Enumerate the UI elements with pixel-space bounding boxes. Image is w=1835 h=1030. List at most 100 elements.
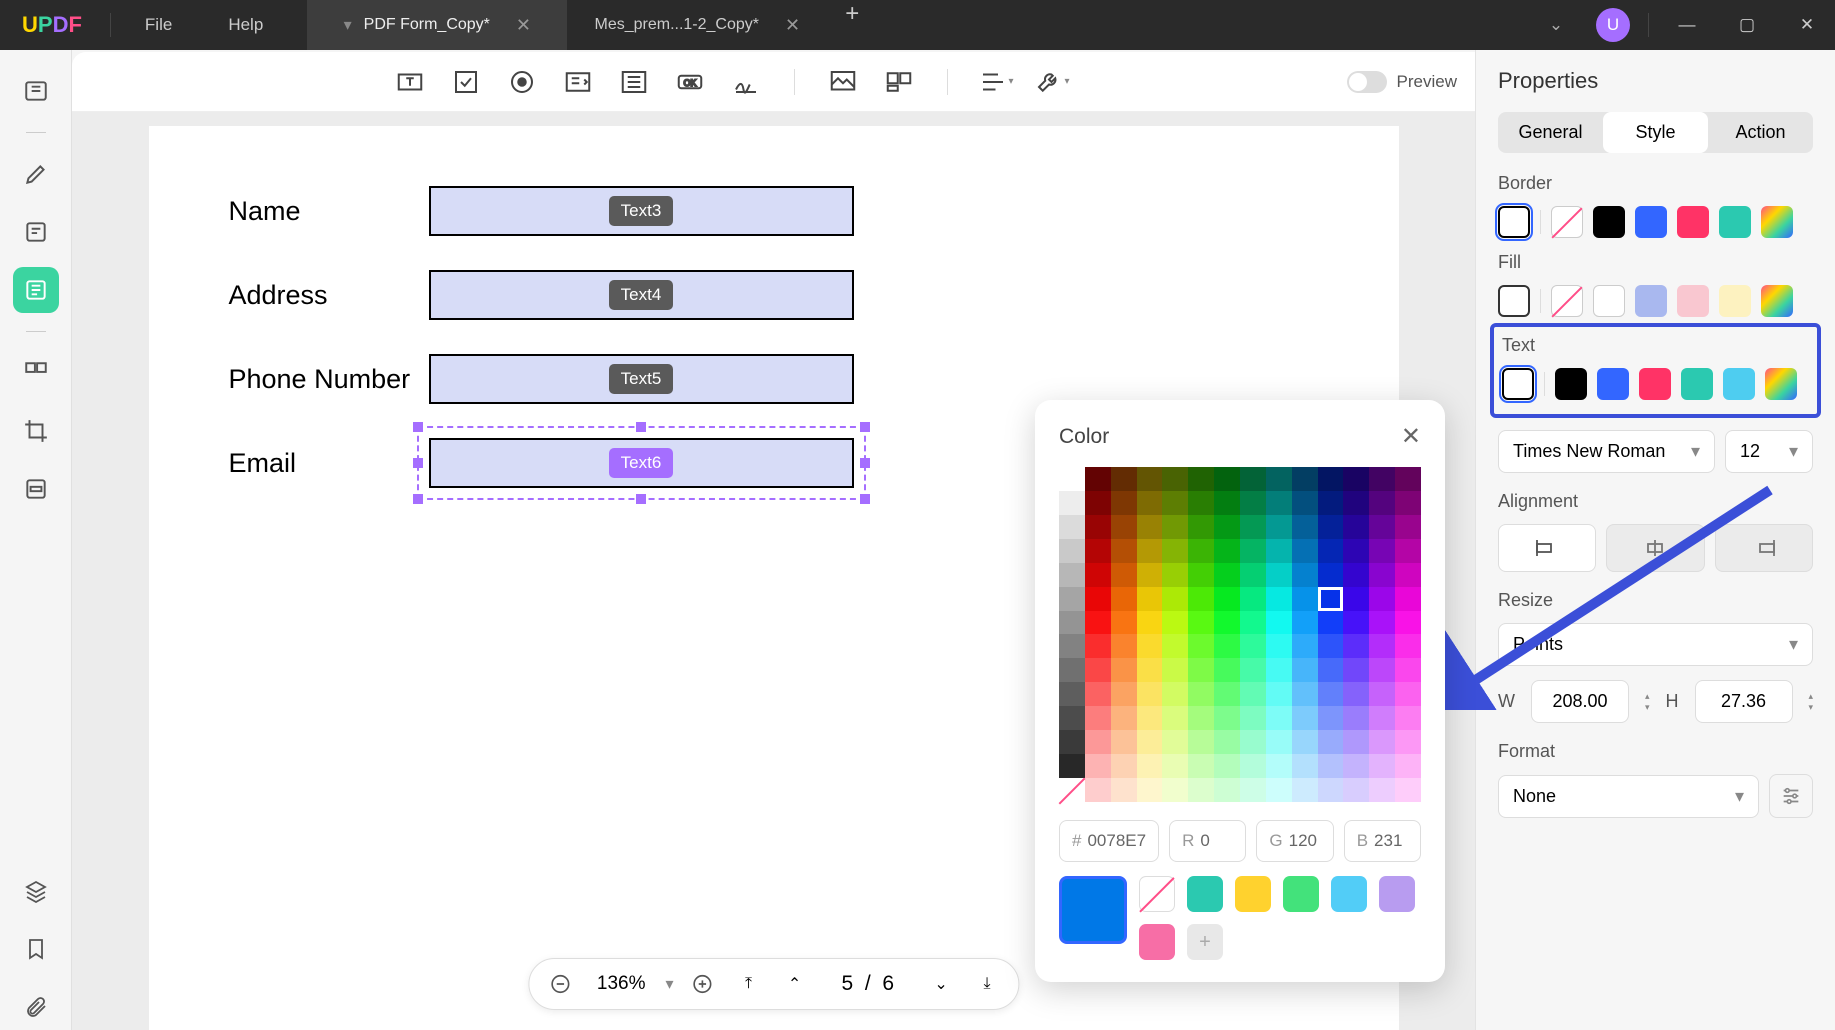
color-swatch[interactable] [1723,368,1755,400]
zoom-out-button[interactable] [543,967,577,1001]
first-page-button[interactable]: ⤒ [732,967,766,1001]
color-swatch[interactable] [1597,368,1629,400]
b-input[interactable]: B231 [1344,820,1421,862]
current-color-swatch[interactable] [1059,876,1127,944]
minimize-button[interactable]: — [1659,0,1715,50]
color-swatch[interactable] [1502,368,1534,400]
edit-icon[interactable] [13,209,59,255]
custom-color-swatch[interactable] [1761,206,1793,238]
resize-handle[interactable] [413,422,423,432]
tab-inactive[interactable]: Mes_prem...1-2_Copy* ✕ [567,0,827,50]
resize-handle[interactable] [636,494,646,504]
preview-toggle[interactable] [1347,71,1387,93]
align-tool[interactable]: ▾ [976,62,1016,102]
color-swatch[interactable] [1677,285,1709,317]
resize-handle[interactable] [413,494,423,504]
color-swatch[interactable] [1719,285,1751,317]
prev-page-button[interactable]: ⌃ [778,967,812,1001]
redact-icon[interactable] [13,466,59,512]
maximize-button[interactable]: ▢ [1719,0,1775,50]
align-left-button[interactable] [1498,524,1596,572]
tab-general[interactable]: General [1498,112,1603,153]
resize-handle[interactable] [413,458,423,468]
close-icon[interactable]: ✕ [1401,422,1421,451]
close-icon[interactable]: ✕ [516,15,531,36]
layers-icon[interactable] [13,868,59,914]
color-swatch[interactable] [1498,206,1530,238]
date-field-tool[interactable] [879,62,919,102]
width-stepper[interactable]: ▴▾ [1645,691,1650,713]
tools-more[interactable]: ▾ [1032,62,1072,102]
form-icon[interactable] [13,267,59,313]
radio-tool[interactable] [502,62,542,102]
user-avatar[interactable]: U [1596,8,1630,42]
preset-swatch[interactable] [1331,876,1367,912]
resize-handle[interactable] [636,422,646,432]
color-swatch[interactable] [1498,285,1530,317]
font-family-select[interactable]: Times New Roman▾ [1498,430,1715,473]
color-swatch[interactable] [1635,285,1667,317]
chevron-down-icon[interactable]: ⌄ [1528,0,1584,50]
add-tab-button[interactable]: + [827,0,877,50]
align-right-button[interactable] [1715,524,1813,572]
color-swatch[interactable] [1593,285,1625,317]
color-swatch[interactable] [1555,368,1587,400]
color-swatch[interactable] [1719,206,1751,238]
dropdown-tool[interactable] [558,62,598,102]
resize-handle[interactable] [860,422,870,432]
preset-swatch[interactable] [1379,876,1415,912]
text-field[interactable]: Text4 [429,270,854,320]
custom-color-swatch[interactable] [1761,285,1793,317]
color-swatch[interactable] [1639,368,1671,400]
button-tool[interactable]: OK [670,62,710,102]
resize-handle[interactable] [860,458,870,468]
bookmark-icon[interactable] [13,926,59,972]
height-stepper[interactable]: ▴▾ [1809,691,1814,713]
close-icon[interactable]: ✕ [785,15,800,36]
resize-handle[interactable] [860,494,870,504]
preset-swatch[interactable] [1139,924,1175,960]
r-input[interactable]: R0 [1169,820,1246,862]
checkbox-tool[interactable] [446,62,486,102]
listbox-tool[interactable] [614,62,654,102]
resize-unit-select[interactable]: Points▾ [1498,623,1813,666]
attachment-icon[interactable] [13,984,59,1030]
color-grid[interactable] [1059,467,1421,802]
preset-swatch[interactable] [1283,876,1319,912]
preset-swatch[interactable] [1235,876,1271,912]
preset-swatch[interactable] [1187,876,1223,912]
custom-color-swatch[interactable] [1765,368,1797,400]
text-field-tool[interactable] [390,62,430,102]
menu-help[interactable]: Help [200,15,291,35]
menu-file[interactable]: File [117,15,200,35]
text-field-selected[interactable]: Text6 [429,438,854,488]
height-input[interactable] [1695,680,1793,723]
crop-icon[interactable] [13,408,59,454]
g-input[interactable]: G120 [1256,820,1333,862]
signature-tool[interactable] [726,62,766,102]
add-preset-button[interactable]: + [1187,924,1223,960]
tab-action[interactable]: Action [1708,112,1813,153]
hex-input[interactable]: #0078E7 [1059,820,1159,862]
text-field[interactable]: Text3 [429,186,854,236]
text-field[interactable]: Text5 [429,354,854,404]
zoom-in-button[interactable] [686,967,720,1001]
chevron-down-icon[interactable]: ▾ [666,974,674,994]
color-swatch[interactable] [1635,206,1667,238]
next-page-button[interactable]: ⌄ [924,967,958,1001]
no-color-swatch[interactable] [1551,206,1583,238]
reader-icon[interactable] [13,68,59,114]
color-swatch[interactable] [1593,206,1625,238]
image-field-tool[interactable] [823,62,863,102]
organize-icon[interactable] [13,350,59,396]
color-swatch[interactable] [1681,368,1713,400]
last-page-button[interactable]: ⤓ [970,967,1004,1001]
tab-style[interactable]: Style [1603,112,1708,153]
color-swatch[interactable] [1677,206,1709,238]
width-input[interactable] [1531,680,1629,723]
close-button[interactable]: ✕ [1779,0,1835,50]
annotate-icon[interactable] [13,151,59,197]
chevron-down-icon[interactable]: ▾ [344,15,352,35]
align-center-button[interactable] [1606,524,1704,572]
format-select[interactable]: None▾ [1498,775,1759,818]
